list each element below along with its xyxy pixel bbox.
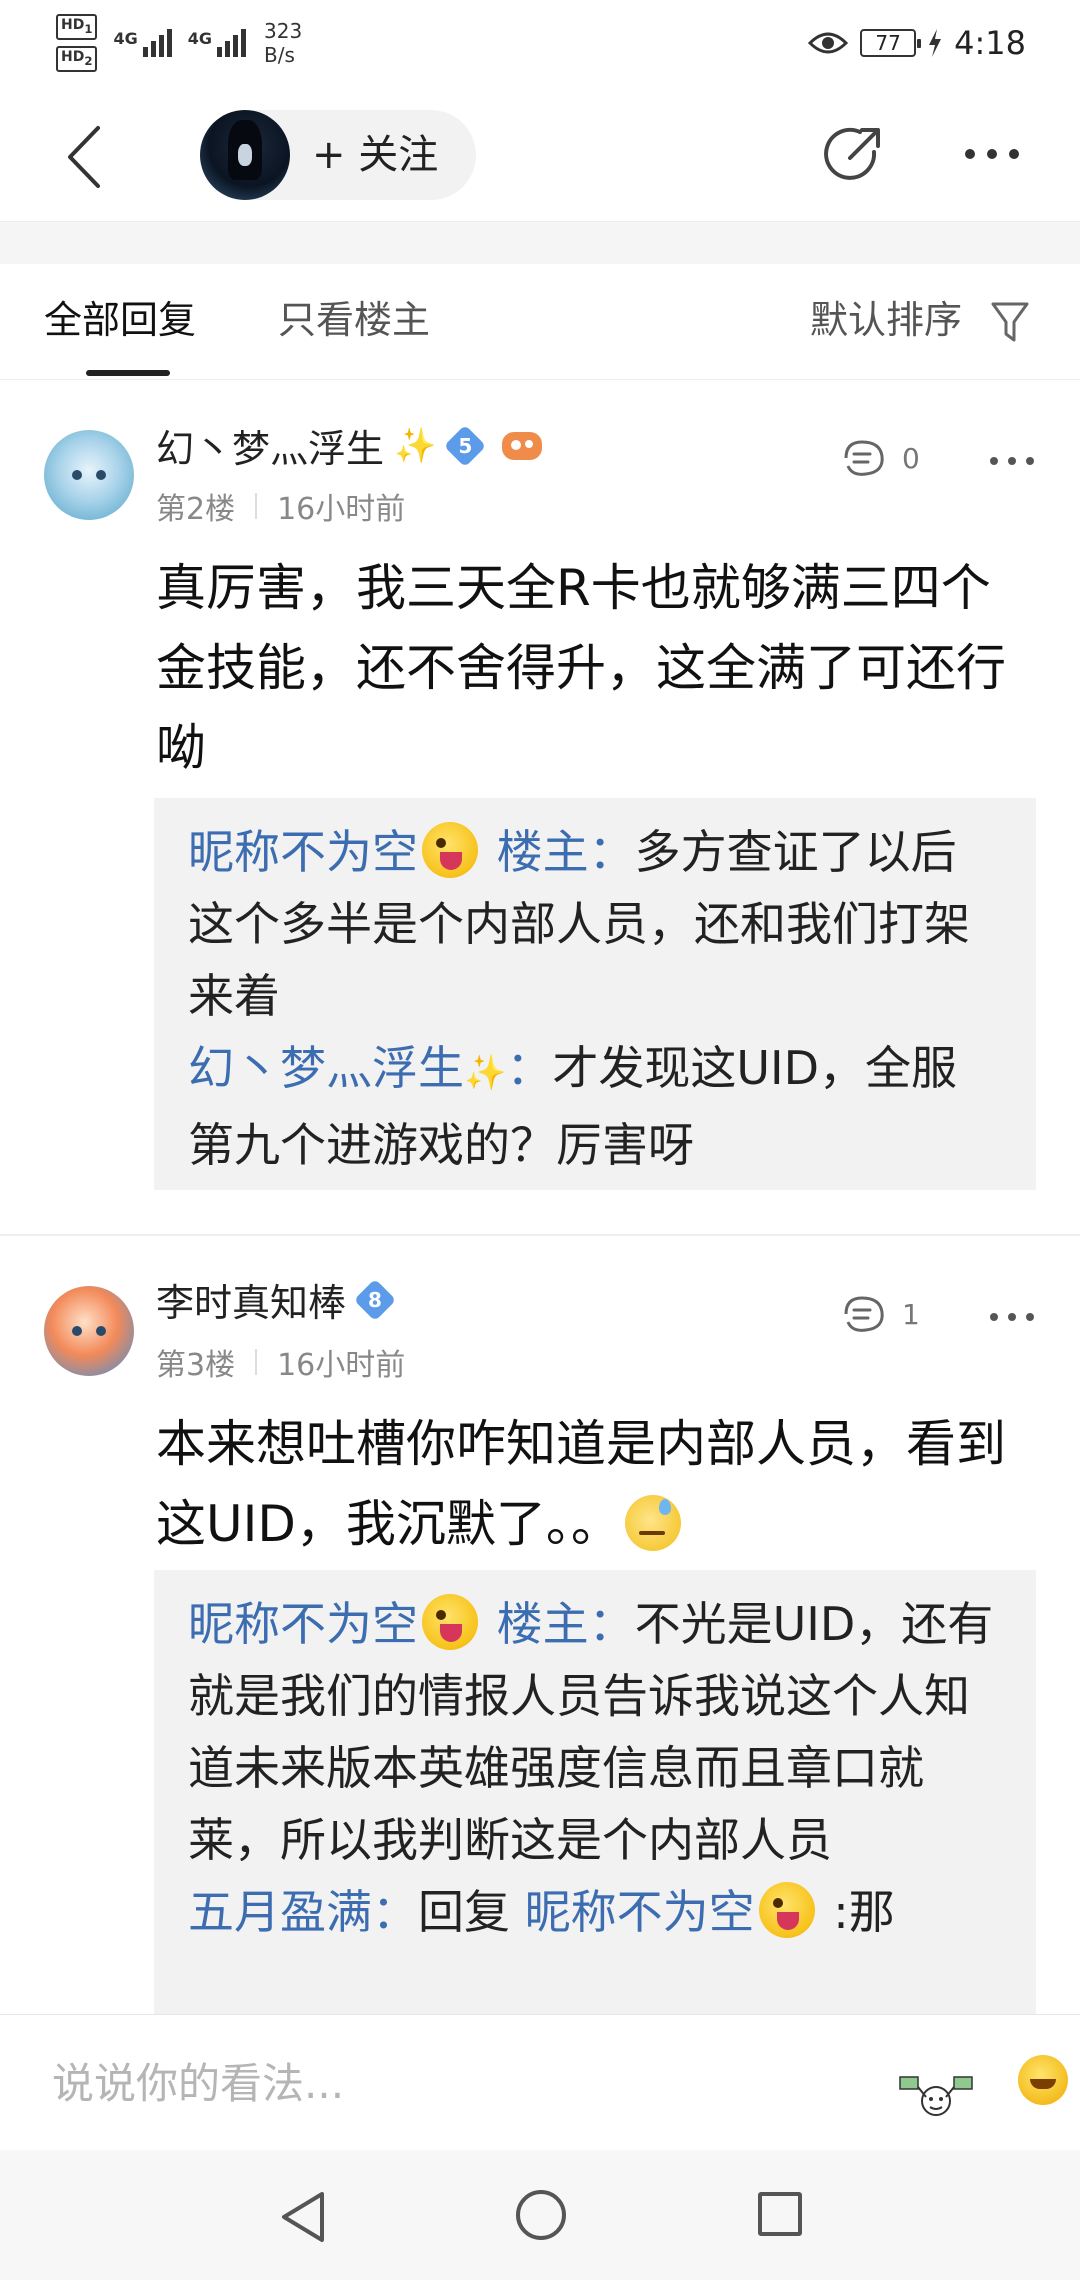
- like-count: 0: [902, 441, 920, 475]
- username[interactable]: 幻丶梦灬浮生: [156, 418, 384, 473]
- status-right: 77 4:18: [808, 24, 1026, 62]
- tongue-emoji-icon: [758, 1882, 815, 1938]
- reply-word: 回复: [418, 1885, 510, 1939]
- hd-indicators: HD1 HD2: [56, 14, 98, 72]
- like-hand-icon: [844, 440, 884, 476]
- sub-replies[interactable]: 昵称不为空 楼主：多方查证了以后这个多半是个内部人员，还和我们打架来着 幻丶梦灬…: [154, 798, 1036, 1190]
- eye-icon: [808, 32, 849, 54]
- like-count: 1: [902, 1297, 920, 1331]
- post-time: 16小时前: [277, 492, 406, 527]
- share-icon[interactable]: [822, 122, 888, 188]
- tongue-emoji-icon: [422, 822, 478, 878]
- sparkle-icon: ✨: [394, 425, 437, 466]
- more-dots-icon[interactable]: [962, 134, 1022, 174]
- floor-number: 第2楼: [156, 492, 236, 527]
- follow-button[interactable]: + 关注: [312, 110, 438, 200]
- gamepad-icon: [502, 431, 543, 460]
- username[interactable]: 李时真知棒: [156, 1272, 346, 1327]
- system-nav-bar: [0, 2150, 1080, 2280]
- sub-reply[interactable]: 五月盈满：回复 昵称不为空 :那: [188, 1876, 1002, 1948]
- sort-button[interactable]: 默认排序: [810, 264, 962, 376]
- emoji-icon[interactable]: [1018, 2055, 1068, 2105]
- post-more-icon[interactable]: [990, 454, 1034, 468]
- post-meta: 第2楼 16小时前: [156, 484, 405, 528]
- reply-tabs: 全部回复 只看楼主 默认排序: [0, 264, 1080, 380]
- sub-reply-text: :那: [833, 1885, 895, 1939]
- tab-all-replies[interactable]: 全部回复: [44, 264, 196, 376]
- sweat-emoji-icon: [624, 1495, 681, 1551]
- battery-icon: 77: [860, 29, 922, 57]
- net-speed: 323 B/s: [264, 18, 303, 67]
- sub-reply-author[interactable]: 昵称不为空: [188, 825, 418, 879]
- sub-reply[interactable]: 昵称不为空 楼主：不光是UID，还有就是我们的情报人员告诉我说这个人知道未来版本…: [188, 1588, 1002, 1876]
- clock: 4:18: [954, 24, 1026, 62]
- like-button[interactable]: 0: [840, 436, 920, 480]
- username-row: 幻丶梦灬浮生 ✨ 5: [156, 418, 543, 473]
- active-tab-indicator: [86, 370, 170, 376]
- signal-2-icon: 4G: [188, 28, 246, 57]
- sub-reply-author[interactable]: 五月盈满: [188, 1885, 372, 1939]
- level-badge: 8: [356, 1281, 394, 1319]
- sub-replies[interactable]: 昵称不为空 楼主：不光是UID，还有就是我们的情报人员告诉我说这个人知道未来版本…: [154, 1570, 1036, 2014]
- sub-reply-author[interactable]: 幻丶梦灬浮生: [188, 1041, 464, 1095]
- sticker-icon[interactable]: [896, 2071, 976, 2131]
- post-more-icon[interactable]: [990, 1310, 1034, 1324]
- like-hand-icon: [844, 1296, 884, 1332]
- reply-target[interactable]: 昵称不为空: [525, 1885, 755, 1939]
- filter-funnel-icon[interactable]: [990, 300, 1030, 344]
- post-content: 真厉害，我三天全R卡也就够满三四个金技能，还不舍得升，这全满了可还行呦: [156, 559, 1006, 777]
- avatar[interactable]: [44, 430, 134, 520]
- hd1-icon: HD1: [56, 14, 98, 40]
- floor-number: 第3楼: [156, 1348, 236, 1383]
- avatar[interactable]: [44, 1286, 134, 1376]
- sub-reply[interactable]: 昵称不为空 楼主：多方查证了以后这个多半是个内部人员，还和我们打架来着: [188, 816, 1002, 1032]
- charging-icon: [929, 29, 942, 57]
- author-avatar[interactable]: [200, 110, 290, 200]
- status-bar: HD1 HD2 4G 4G 323 B/s 77 4:18: [0, 0, 1080, 88]
- nav-home-icon[interactable]: [516, 2190, 566, 2240]
- hd2-icon: HD2: [56, 45, 98, 72]
- comment-input[interactable]: [52, 2015, 852, 2151]
- author-follow-pill[interactable]: + 关注: [200, 110, 476, 200]
- op-tag: 楼主: [496, 1597, 589, 1651]
- status-left: HD1 HD2 4G 4G 323 B/s: [56, 14, 302, 72]
- signal-1-icon: 4G: [113, 28, 172, 57]
- post-time: 16小时前: [277, 1348, 406, 1383]
- tongue-emoji-icon: [422, 1594, 478, 1650]
- section-gap: [0, 222, 1080, 264]
- op-tag: 楼主: [496, 825, 589, 879]
- post-meta: 第3楼 16小时前: [156, 1340, 405, 1384]
- username-row: 李时真知棒 8: [156, 1272, 394, 1327]
- sparkle-icon: ✨: [464, 1053, 507, 1093]
- nav-back-icon[interactable]: [278, 2190, 328, 2244]
- sub-reply[interactable]: 幻丶梦灬浮生✨：才发现这UID，全服第九个进游戏的？厉害呀: [188, 1032, 1002, 1181]
- comment-bar: [0, 2014, 1080, 2151]
- tab-op-only[interactable]: 只看楼主: [278, 264, 430, 376]
- sub-reply-author[interactable]: 昵称不为空: [188, 1597, 418, 1651]
- like-button[interactable]: 1: [840, 1292, 920, 1336]
- top-nav: + 关注: [0, 88, 1080, 222]
- level-badge: 5: [446, 427, 484, 465]
- nav-recents-icon[interactable]: [758, 2192, 802, 2236]
- post-content: 本来想吐槽你咋知道是内部人员，看到这UID，我沉默了。。: [156, 1415, 1006, 1553]
- back-arrow-icon[interactable]: [60, 122, 110, 192]
- post-divider: [0, 1234, 1080, 1236]
